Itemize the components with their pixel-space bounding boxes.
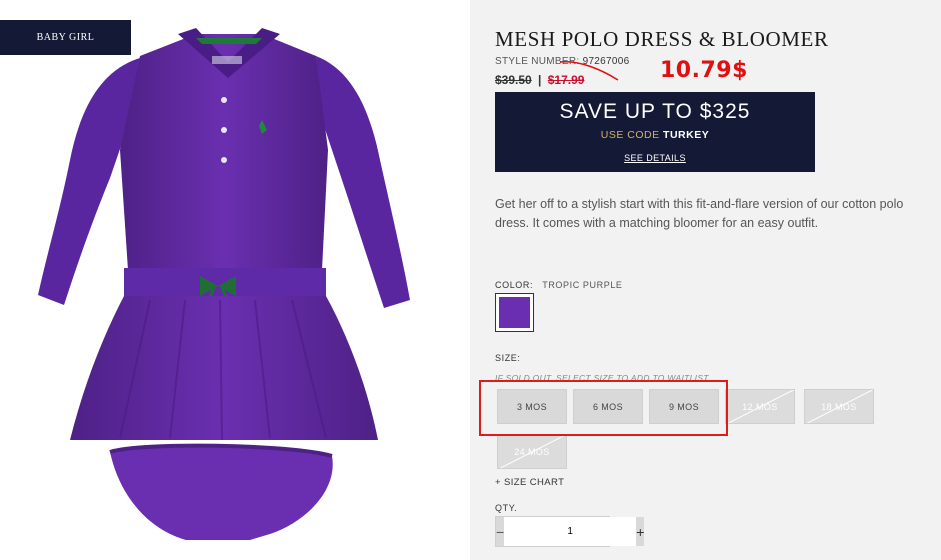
qty-decrease-button[interactable]: − <box>496 517 505 546</box>
qty-input[interactable] <box>504 517 637 546</box>
promo-details: SEE DETAILS <box>495 153 815 163</box>
size-option-18-mos[interactable]: 18 MOS <box>804 389 874 424</box>
color-swatch-tropic-purple[interactable] <box>495 293 534 332</box>
swatch-fill <box>499 297 530 328</box>
size-label: SIZE: <box>495 353 521 363</box>
product-image[interactable] <box>0 0 470 560</box>
size-option-12-mos[interactable]: 12 MOS <box>725 389 795 424</box>
color-label: COLOR: TROPIC PURPLE <box>495 280 623 290</box>
color-value: TROPIC PURPLE <box>542 280 623 290</box>
promo-code-prefix: USE CODE <box>600 129 660 141</box>
qty-increase-button[interactable]: + <box>636 517 645 546</box>
product-description: Get her off to a stylish start with this… <box>495 197 904 230</box>
annotation-strike <box>559 60 619 81</box>
promo-code: USE CODE TURKEY <box>495 129 815 141</box>
color-label-text: COLOR: <box>495 280 534 290</box>
promo-banner: SAVE UP TO $325 USE CODE TURKEY SEE DETA… <box>495 92 815 172</box>
annotated-price: 10.79$ <box>660 58 748 83</box>
size-option-24-mos[interactable]: 24 MOS <box>497 434 567 469</box>
category-badge: BABY GIRL <box>0 20 131 55</box>
product-info-panel: MESH POLO DRESS & BLOOMER STYLE NUMBER: … <box>470 0 941 560</box>
see-details-link[interactable]: SEE DETAILS <box>624 153 686 163</box>
qty-label: QTY. <box>495 503 518 513</box>
size-chart-link[interactable]: + SIZE CHART <box>495 477 564 488</box>
product-image-panel: BABY GIRL <box>0 0 470 560</box>
promo-title: SAVE UP TO $325 <box>559 100 751 123</box>
quantity-stepper: − + <box>495 516 645 547</box>
size-highlight-box <box>479 380 728 436</box>
promo-code-value: TURKEY <box>663 129 710 141</box>
